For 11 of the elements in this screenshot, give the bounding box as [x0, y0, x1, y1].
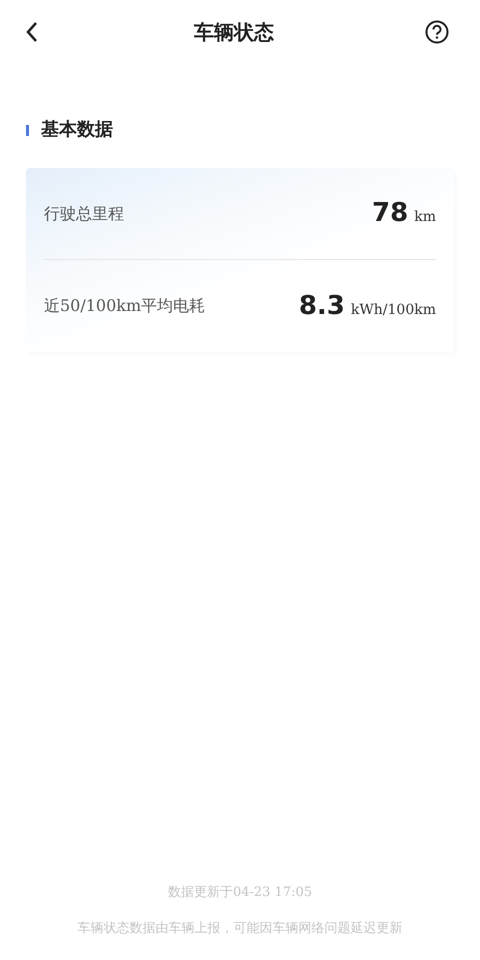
update-time: 数据更新于04-23 17:05: [168, 884, 312, 902]
footer-note: 车辆状态数据由车辆上报，可能因车辆网络问题延迟更新: [78, 920, 402, 938]
metric-label: 近50/100km平均电耗: [44, 295, 206, 317]
metric-value: 78: [372, 197, 408, 230]
metric-unit: km: [414, 208, 436, 227]
section-marker: [26, 124, 29, 136]
metric-unit: kWh/100km: [350, 300, 436, 320]
page-title: 车辆状态: [194, 19, 274, 46]
metric-value: 8.3: [298, 290, 345, 322]
section-title: 基本数据: [41, 118, 113, 142]
metric-label: 行驶总里程: [44, 202, 124, 224]
